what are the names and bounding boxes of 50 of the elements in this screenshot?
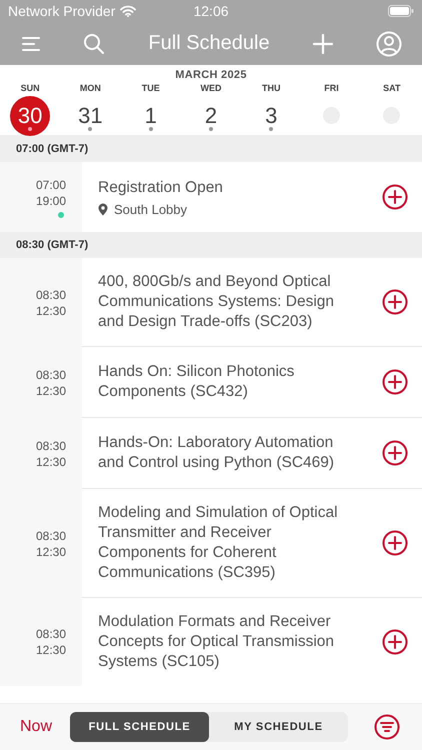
filter-icon[interactable] xyxy=(374,714,400,740)
schedule-tab[interactable]: MY SCHEDULE xyxy=(209,712,348,742)
wifi-icon xyxy=(120,5,136,17)
month-label: MARCH 2025 xyxy=(174,69,248,81)
section-header: 07:00 (GMT-7) xyxy=(0,136,422,162)
start-time: 08:30 xyxy=(36,528,66,544)
carrier-name: Network Provider xyxy=(8,3,116,19)
date-button[interactable]: 3 xyxy=(251,96,292,136)
add-to-schedule-icon[interactable] xyxy=(382,440,408,466)
start-time: 08:30 xyxy=(36,366,66,382)
location-label: South Lobby xyxy=(114,202,188,216)
section-header: 08:30 (GMT-7) xyxy=(0,232,422,258)
session-title[interactable]: Modulation Formats and Receiver Concepts for Optical Transmission Systems (SC105) xyxy=(98,612,382,672)
session-title[interactable]: Hands-On: Laboratory Automation and Control using Python (SC469) xyxy=(98,433,382,473)
start-time: 08:30 xyxy=(36,286,66,302)
add-to-schedule-icon[interactable] xyxy=(382,289,408,315)
start-time: 08:30 xyxy=(36,438,66,454)
now-button[interactable]: Now xyxy=(20,718,52,736)
end-time: 12:30 xyxy=(36,302,66,318)
session-title[interactable]: 400, 800Gb/s and Beyond Optical Communications Systems: Design and Design Trade-offs (SC203) xyxy=(98,272,382,332)
battery-icon xyxy=(388,5,414,17)
start-time: 07:00 xyxy=(36,176,66,192)
weekday-label: THU xyxy=(262,83,281,93)
clock-time: 12:06 xyxy=(193,3,229,19)
end-time: 19:00 xyxy=(36,192,66,208)
end-time: 12:30 xyxy=(36,544,66,560)
weekday-label: TUE xyxy=(142,83,160,93)
weekday-label: SAT xyxy=(383,83,400,93)
session-title[interactable]: Hands On: Silicon Photonics Components (SC432) xyxy=(98,362,382,402)
weekday-label: MON xyxy=(80,83,101,93)
session-title[interactable]: Modeling and Simulation of Optical Transmitter and Receiver Components for Coherent Communications (SC395) xyxy=(98,503,382,583)
end-time: 12:30 xyxy=(36,642,66,658)
schedule-tab[interactable]: FULL SCHEDULE xyxy=(70,712,210,742)
date-button[interactable]: 2 xyxy=(190,96,231,136)
location-pin-icon xyxy=(98,202,108,216)
start-time: 08:30 xyxy=(36,626,66,642)
add-to-schedule-icon[interactable] xyxy=(382,184,408,210)
session-title[interactable]: Registration Open xyxy=(98,178,382,198)
weekday-label: SUN xyxy=(20,83,40,93)
date-button[interactable]: 31 xyxy=(70,96,110,136)
end-time: 12:30 xyxy=(36,454,66,470)
date-button[interactable]: 1 xyxy=(130,96,171,136)
screen-title: Full Schedule xyxy=(148,32,270,55)
date-button[interactable]: 30 xyxy=(10,96,50,136)
weekday-label: FRI xyxy=(324,83,339,93)
weekday-label: WED xyxy=(200,83,222,93)
add-to-schedule-icon[interactable] xyxy=(382,629,408,655)
end-time: 12:30 xyxy=(36,382,66,398)
add-to-schedule-icon[interactable] xyxy=(382,369,408,395)
add-to-schedule-icon[interactable] xyxy=(382,530,408,556)
